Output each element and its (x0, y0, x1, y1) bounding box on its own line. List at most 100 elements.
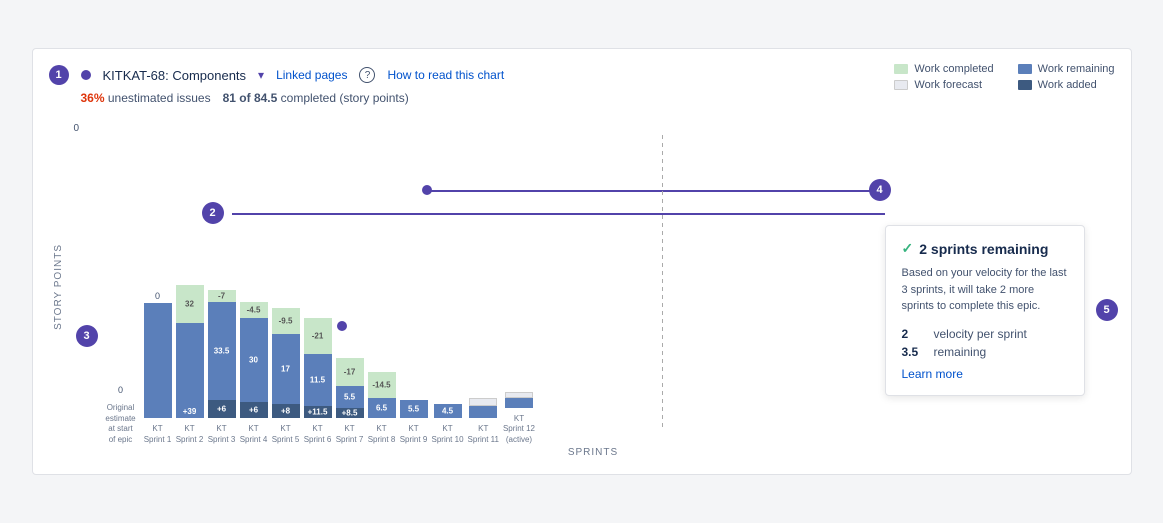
bar-seg-11b (469, 398, 497, 406)
bar-seg-3a: +6 (208, 400, 236, 418)
bar-val-4a: +6 (249, 406, 258, 415)
bar-label-12: KTSprint 12(active) (503, 414, 535, 445)
bar-seg-5a: +8 (272, 404, 300, 418)
velocity-row-1: 2 velocity per sprint (902, 327, 1068, 341)
how-to-link[interactable]: How to read this chart (387, 68, 504, 82)
legend-box-added (1018, 80, 1032, 90)
bar-top-0: 0 (118, 385, 123, 395)
bar-seg-8a: 6.5 (368, 398, 396, 418)
velocity-label: velocity per sprint (934, 327, 1027, 341)
bar-group-original: 0 Originalestimateat startof epic (102, 385, 140, 445)
bar-seg-1 (144, 303, 172, 418)
legend-work-added: Work added (1018, 79, 1115, 91)
dropdown-icon[interactable]: ▾ (258, 68, 264, 82)
bar-seg-11a (469, 406, 497, 418)
legend-label-forecast: Work forecast (914, 79, 982, 91)
bar-group-2: +39 32 KTSprint 2 (176, 285, 204, 445)
bar-val-5b: 17 (281, 365, 290, 374)
bar-seg-3c: -7 (208, 290, 236, 302)
info-box: 5 ✓ 2 sprints remaining Based on your ve… (885, 225, 1085, 396)
bar-val-4b: 30 (249, 356, 258, 365)
bar-label-3: KTSprint 3 (208, 424, 236, 445)
legend-work-remaining: Work remaining (1018, 63, 1115, 75)
legend-label-added: Work added (1038, 79, 1097, 91)
chart-wrapper: STORY POINTS 0 2 3 4 (49, 115, 1115, 458)
bar-label-7: KTSprint 7 (336, 424, 364, 445)
bar-label-6: KTSprint 6 (304, 424, 332, 445)
bar-val-6b: 11.5 (310, 376, 325, 385)
bar-val-6a: +11.5 (308, 408, 328, 417)
stats-row: 36% unestimated issues 81 of 84.5 comple… (49, 91, 1115, 105)
bar-val-6c: -21 (312, 332, 324, 341)
legend-label-completed: Work completed (914, 63, 993, 75)
bar-seg-4a: +6 (240, 402, 268, 418)
bar-group-4: +6 30 -4.5 KTSprint 4 (240, 302, 268, 445)
remaining-num: 3.5 (902, 345, 926, 359)
bar-val-7b: 5.5 (344, 393, 355, 402)
annotation-4: 4 (869, 179, 891, 201)
bar-label-1: KTSprint 1 (144, 424, 172, 445)
legend-box-forecast (894, 80, 908, 90)
annotation-3: 3 (76, 325, 98, 347)
x-axis-label: SPRINTS (72, 447, 1115, 458)
bar-label-10: KTSprint 10 (432, 424, 464, 445)
linked-pages-link[interactable]: Linked pages (276, 68, 347, 82)
bar-val-8a: 6.5 (376, 404, 387, 413)
guide-line-2 (232, 213, 885, 215)
bar-val-8b: -14.5 (372, 381, 390, 390)
dashed-vertical-line (662, 135, 663, 428)
unestimated-pct: 36% (81, 91, 105, 105)
bar-val-10a: 4.5 (442, 407, 453, 416)
bar-val-3a: +6 (217, 405, 226, 414)
check-icon: ✓ (902, 240, 914, 257)
info-box-title-text: 2 sprints remaining (919, 241, 1048, 257)
bar-group-8: 6.5 -14.5 KTSprint 8 (368, 372, 396, 445)
bar-group-5: +8 17 -9.5 KTSprint 5 (272, 308, 300, 445)
bar-group-7: +8.5 5.5 -17 KTSprint 7 (336, 358, 364, 445)
bar-val-5c: -9.5 (279, 317, 293, 326)
bar-seg-7a: +8.5 (336, 408, 364, 418)
bar-val-7c: -17 (344, 368, 356, 377)
learn-more-link[interactable]: Learn more (902, 367, 1068, 381)
bar-seg-10a: 4.5 (434, 404, 462, 418)
bar-val-5a: +8 (281, 407, 290, 416)
epic-dot (81, 70, 91, 80)
bar-val-7a: +8.5 (342, 409, 358, 418)
bar-label-9: KTSprint 9 (400, 424, 428, 445)
bar-label-8: KTSprint 8 (368, 424, 396, 445)
bar-label-11: KTSprint 11 (468, 424, 499, 445)
bar-val-4c: -4.5 (247, 306, 261, 315)
bar-seg-7c: -17 (336, 358, 364, 386)
bar-group-6: +11.5 11.5 -21 KTSprint 6 (304, 318, 332, 445)
unestimated-label: unestimated issues (108, 91, 211, 105)
y-axis-label: STORY POINTS (53, 244, 64, 330)
bar-label-2: KTSprint 2 (176, 424, 204, 445)
velocity-num: 2 (902, 327, 926, 341)
bar-group-1: 0 KTSprint 1 (144, 291, 172, 445)
bar-val-3b: 33.5 (214, 347, 230, 356)
bar-seg-4c: -4.5 (240, 302, 268, 318)
legend-box-remaining (1018, 64, 1032, 74)
info-box-title: ✓ 2 sprints remaining (902, 240, 1068, 257)
bar-group-12: KTSprint 12(active) (503, 392, 535, 445)
bar-seg-2a: +39 (176, 323, 204, 418)
completed-count: 81 of 84.5 (223, 91, 278, 105)
bar-seg-8b: -14.5 (368, 372, 396, 398)
bar-group-3: +6 33.5 -7 KTSprint 3 (208, 290, 236, 445)
guide-line-4 (427, 190, 885, 192)
annotation-5: 5 (1096, 299, 1118, 321)
help-icon[interactable]: ? (359, 67, 375, 83)
bar-group-9: 5.5 KTSprint 9 (400, 400, 428, 445)
bar-label-original: Originalestimateat startof epic (102, 403, 140, 445)
bar-group-10: 4.5 KTSprint 10 (432, 404, 464, 445)
bar-seg-4b: 30 (240, 318, 268, 402)
bar-group-11: KTSprint 11 (468, 398, 499, 445)
bar-seg-6a: +11.5 (304, 406, 332, 418)
bar-seg-6b: 11.5 (304, 354, 332, 406)
legend-work-forecast: Work forecast (894, 79, 993, 91)
remaining-label: remaining (934, 345, 987, 359)
bar-seg-5b: 17 (272, 334, 300, 404)
bar-seg-9a: 5.5 (400, 400, 428, 418)
y-axis-wrapper: STORY POINTS (49, 115, 72, 458)
burndown-chart-card: 1 KITKAT-68: Components ▾ Linked pages ?… (32, 48, 1132, 475)
